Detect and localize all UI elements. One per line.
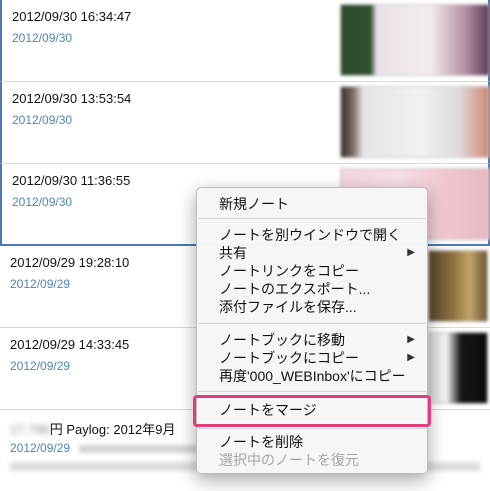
menu-item-export[interactable]: ノートのエクスポート... bbox=[197, 280, 427, 298]
note-item[interactable]: 2012/09/30 16:34:47 2012/09/30 bbox=[0, 0, 490, 82]
note-item[interactable]: 2012/09/30 13:53:54 2012/09/30 bbox=[0, 82, 490, 164]
note-title: 2012/09/29 14:33:45 bbox=[10, 337, 130, 352]
menu-item-label: ノートブックに移動 bbox=[219, 332, 345, 348]
submenu-arrow-icon: ▶ bbox=[407, 352, 415, 363]
note-thumbnail bbox=[340, 4, 490, 76]
submenu-arrow-icon: ▶ bbox=[407, 247, 415, 258]
note-title: 2012/09/29 19:28:10 bbox=[10, 255, 130, 270]
note-title: 17,796円 Paylog: 2012年9月 bbox=[10, 419, 176, 438]
menu-separator bbox=[198, 218, 426, 219]
note-date: 2012/09/29 bbox=[10, 277, 71, 291]
note-title: 2012/09/30 11:36:55 bbox=[12, 173, 131, 188]
menu-item-recopy[interactable]: 再度'000_WEBInbox'にコピー bbox=[197, 367, 427, 385]
menu-separator bbox=[198, 323, 426, 324]
menu-item-new-note[interactable]: 新規ノート bbox=[197, 195, 427, 213]
note-date: 2012/09/30 bbox=[12, 31, 73, 45]
note-title: 2012/09/30 13:53:54 bbox=[12, 91, 132, 106]
merge-highlight-annotation bbox=[193, 395, 431, 427]
note-thumbnail bbox=[428, 250, 488, 322]
menu-item-share[interactable]: 共有 ▶ bbox=[197, 244, 427, 262]
menu-item-restore: 選択中のノートを復元 bbox=[219, 452, 359, 468]
blurred-amount: 17,796 bbox=[10, 422, 50, 437]
note-title-text: 円 Paylog: 2012年9月 bbox=[49, 422, 176, 437]
submenu-arrow-icon: ▶ bbox=[407, 334, 415, 345]
menu-item-copy-link[interactable]: ノートリンクをコピー bbox=[197, 262, 427, 280]
menu-item-label: ノートブックにコピー bbox=[219, 350, 359, 366]
menu-item-label: 共有 bbox=[219, 245, 247, 261]
note-date: 2012/09/30 bbox=[12, 113, 73, 127]
note-thumbnail bbox=[428, 332, 488, 404]
context-menu: 新規ノート ノートを別ウインドウで開く 共有 ▶ ノートリンクをコピー ノートの… bbox=[196, 187, 428, 474]
menu-item-delete[interactable]: ノートを削除 bbox=[197, 433, 427, 451]
menu-separator bbox=[198, 428, 426, 429]
menu-item-open-in-window[interactable]: ノートを別ウインドウで開く bbox=[197, 226, 427, 244]
menu-item-move-to-notebook[interactable]: ノートブックに移動 ▶ bbox=[197, 331, 427, 349]
menu-item-save-attachment[interactable]: 添付ファイルを保存... bbox=[197, 298, 427, 316]
note-date: 2012/09/30 bbox=[12, 195, 73, 209]
menu-separator bbox=[198, 391, 426, 392]
note-thumbnail bbox=[340, 86, 490, 158]
note-title: 2012/09/30 16:34:47 bbox=[12, 9, 132, 24]
note-date: 2012/09/29 bbox=[10, 359, 71, 373]
note-date-text: 2012/09/29 bbox=[10, 441, 71, 455]
menu-item-copy-to-notebook[interactable]: ノートブックにコピー ▶ bbox=[197, 349, 427, 367]
